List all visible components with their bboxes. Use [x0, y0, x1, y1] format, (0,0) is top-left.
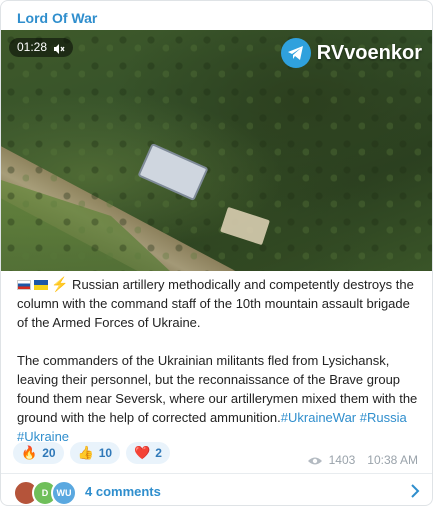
views-count: 1403 [328, 453, 356, 467]
fire-icon: 🔥 [21, 445, 38, 460]
post-paragraph-1-text: Russian artillery methodically and compe… [17, 277, 414, 330]
telegram-logo-icon [280, 38, 311, 68]
heart-icon: ❤️ [134, 445, 151, 460]
thumbs-up-icon: 👍 [77, 445, 94, 460]
post-paragraph-2-text: The commanders of the Ukrainian militant… [17, 353, 418, 425]
comments-link[interactable]: 4 comments [85, 484, 161, 499]
reaction-count: 10 [98, 446, 113, 460]
views-eye-icon [307, 455, 323, 465]
hashtag-link[interactable]: #Russia [360, 410, 407, 425]
post-text: ⚡ Russian artillery methodically and com… [17, 275, 421, 446]
reactions-bar: 🔥 20 👍 10 ❤️ 2 [13, 442, 170, 464]
message-time: 10:38 AM [367, 453, 418, 467]
reaction-count: 20 [42, 446, 56, 460]
video-watermark: RVvoenkor [280, 38, 422, 68]
watermark-text: RVvoenkor [316, 41, 422, 64]
lightning-icon: ⚡ [51, 276, 69, 292]
avatar: WU [51, 480, 77, 505]
video-duration: 01:28 [17, 40, 48, 54]
reaction-count: 2 [155, 446, 162, 460]
message-card: Lord Of War 01:28 RVvoenkor ⚡ Russian ar… [0, 0, 433, 506]
volume-muted-icon[interactable] [53, 42, 65, 54]
comments-row[interactable]: D WU 4 comments [1, 474, 432, 505]
reaction-heart[interactable]: ❤️ 2 [126, 442, 170, 464]
reaction-thumbs-up[interactable]: 👍 10 [69, 442, 121, 464]
commenter-avatars: D WU [13, 480, 77, 505]
post-paragraph-2: The commanders of the Ukrainian militant… [17, 351, 421, 446]
reaction-fire[interactable]: 🔥 20 [13, 442, 64, 464]
channel-name[interactable]: Lord Of War [17, 10, 97, 26]
video-duration-badge[interactable]: 01:28 [9, 38, 74, 57]
russia-flag-icon [17, 280, 31, 290]
ukraine-flag-icon [34, 280, 48, 290]
video-player[interactable]: 01:28 RVvoenkor [1, 30, 432, 271]
hashtag-link[interactable]: #UkraineWar [281, 410, 356, 425]
chevron-right-icon[interactable] [410, 484, 420, 498]
post-paragraph-1: ⚡ Russian artillery methodically and com… [17, 275, 421, 332]
message-meta: 1403 10:38 AM [307, 453, 418, 467]
